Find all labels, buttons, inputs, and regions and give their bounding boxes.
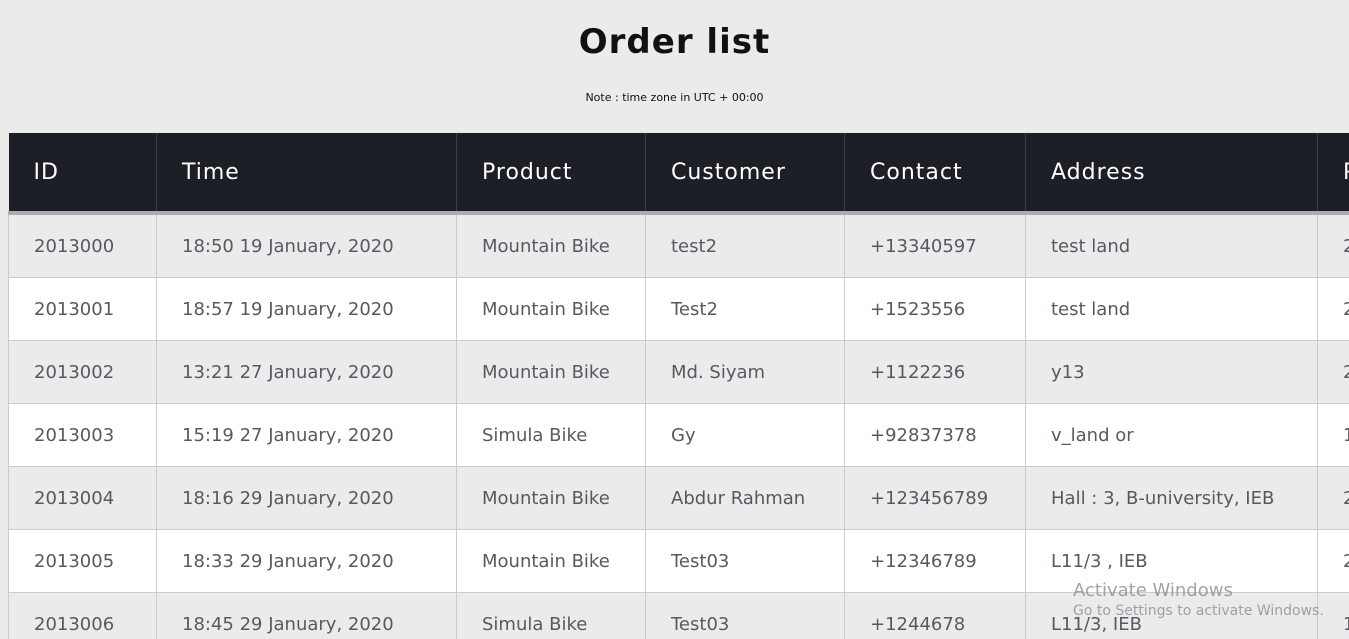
cell-address: test land — [1025, 277, 1318, 341]
cell-address: y13 — [1025, 340, 1318, 404]
cell-customer: Test03 — [645, 529, 845, 593]
cell-address: L11/3 , IEB — [1025, 529, 1318, 593]
cell-customer: Test2 — [645, 277, 845, 341]
cell-truncated: 1 — [1317, 592, 1349, 639]
cell-customer: test2 — [645, 213, 845, 278]
cell-time: 18:50 19 January, 2020 — [156, 213, 457, 278]
cell-time: 18:57 19 January, 2020 — [156, 277, 457, 341]
cell-id: 2013005 — [8, 529, 157, 593]
cell-product: Mountain Bike — [456, 277, 646, 341]
table-header: ID Time Product Customer Contact Address… — [8, 133, 1349, 215]
cell-product: Simula Bike — [456, 403, 646, 467]
cell-customer: Md. Siyam — [645, 340, 845, 404]
column-header-product: Product — [456, 133, 646, 215]
cell-address: Hall : 3, B-university, IEB — [1025, 466, 1318, 530]
cell-id: 2013003 — [8, 403, 157, 467]
table-row: 2013000 18:50 19 January, 2020 Mountain … — [8, 213, 1349, 278]
cell-id: 2013004 — [8, 466, 157, 530]
table-row: 2013002 13:21 27 January, 2020 Mountain … — [8, 340, 1349, 404]
cell-contact: +92837378 — [844, 403, 1026, 467]
cell-time: 18:45 29 January, 2020 — [156, 592, 457, 639]
cell-address: L11/3, IEB — [1025, 592, 1318, 639]
cell-id: 2013000 — [8, 213, 157, 278]
page: Order list Note : time zone in UTC + 00:… — [0, 0, 1349, 639]
cell-contact: +12346789 — [844, 529, 1026, 593]
cell-product: Mountain Bike — [456, 466, 646, 530]
column-header-contact: Contact — [844, 133, 1026, 215]
cell-address: v_land or — [1025, 403, 1318, 467]
cell-time: 18:16 29 January, 2020 — [156, 466, 457, 530]
cell-contact: +13340597 — [844, 213, 1026, 278]
table-row: 2013006 18:45 29 January, 2020 Simula Bi… — [8, 592, 1349, 639]
column-header-id: ID — [8, 133, 157, 215]
cell-customer: Abdur Rahman — [645, 466, 845, 530]
cell-time: 13:21 27 January, 2020 — [156, 340, 457, 404]
order-table: ID Time Product Customer Contact Address… — [8, 133, 1349, 639]
cell-product: Mountain Bike — [456, 529, 646, 593]
cell-truncated: 2 — [1317, 213, 1349, 278]
cell-customer: Test03 — [645, 592, 845, 639]
column-header-address: Address — [1025, 133, 1318, 215]
table-row: 2013001 18:57 19 January, 2020 Mountain … — [8, 277, 1349, 341]
cell-truncated: 2 — [1317, 529, 1349, 593]
table-row: 2013005 18:33 29 January, 2020 Mountain … — [8, 529, 1349, 593]
cell-customer: Gy — [645, 403, 845, 467]
cell-truncated: 1 — [1317, 403, 1349, 467]
cell-contact: +1244678 — [844, 592, 1026, 639]
timezone-note: Note : time zone in UTC + 00:00 — [585, 91, 764, 104]
cell-contact: +1523556 — [844, 277, 1026, 341]
cell-time: 15:19 27 January, 2020 — [156, 403, 457, 467]
cell-time: 18:33 29 January, 2020 — [156, 529, 457, 593]
cell-truncated: 2 — [1317, 466, 1349, 530]
cell-truncated: 2 — [1317, 277, 1349, 341]
cell-product: Simula Bike — [456, 592, 646, 639]
column-header-time: Time — [156, 133, 457, 215]
order-table-container: ID Time Product Customer Contact Address… — [8, 133, 1349, 639]
table-row: 2013004 18:16 29 January, 2020 Mountain … — [8, 466, 1349, 530]
table-row: 2013003 15:19 27 January, 2020 Simula Bi… — [8, 403, 1349, 467]
cell-contact: +1122236 — [844, 340, 1026, 404]
cell-truncated: 2 — [1317, 340, 1349, 404]
cell-product: Mountain Bike — [456, 340, 646, 404]
table-body: 2013000 18:50 19 January, 2020 Mountain … — [8, 213, 1349, 639]
cell-contact: +123456789 — [844, 466, 1026, 530]
column-header-truncated: P — [1317, 133, 1349, 215]
cell-id: 2013001 — [8, 277, 157, 341]
page-title: Order list — [578, 22, 771, 62]
cell-address: test land — [1025, 213, 1318, 278]
cell-product: Mountain Bike — [456, 213, 646, 278]
cell-id: 2013006 — [8, 592, 157, 639]
cell-id: 2013002 — [8, 340, 157, 404]
column-header-customer: Customer — [645, 133, 845, 215]
